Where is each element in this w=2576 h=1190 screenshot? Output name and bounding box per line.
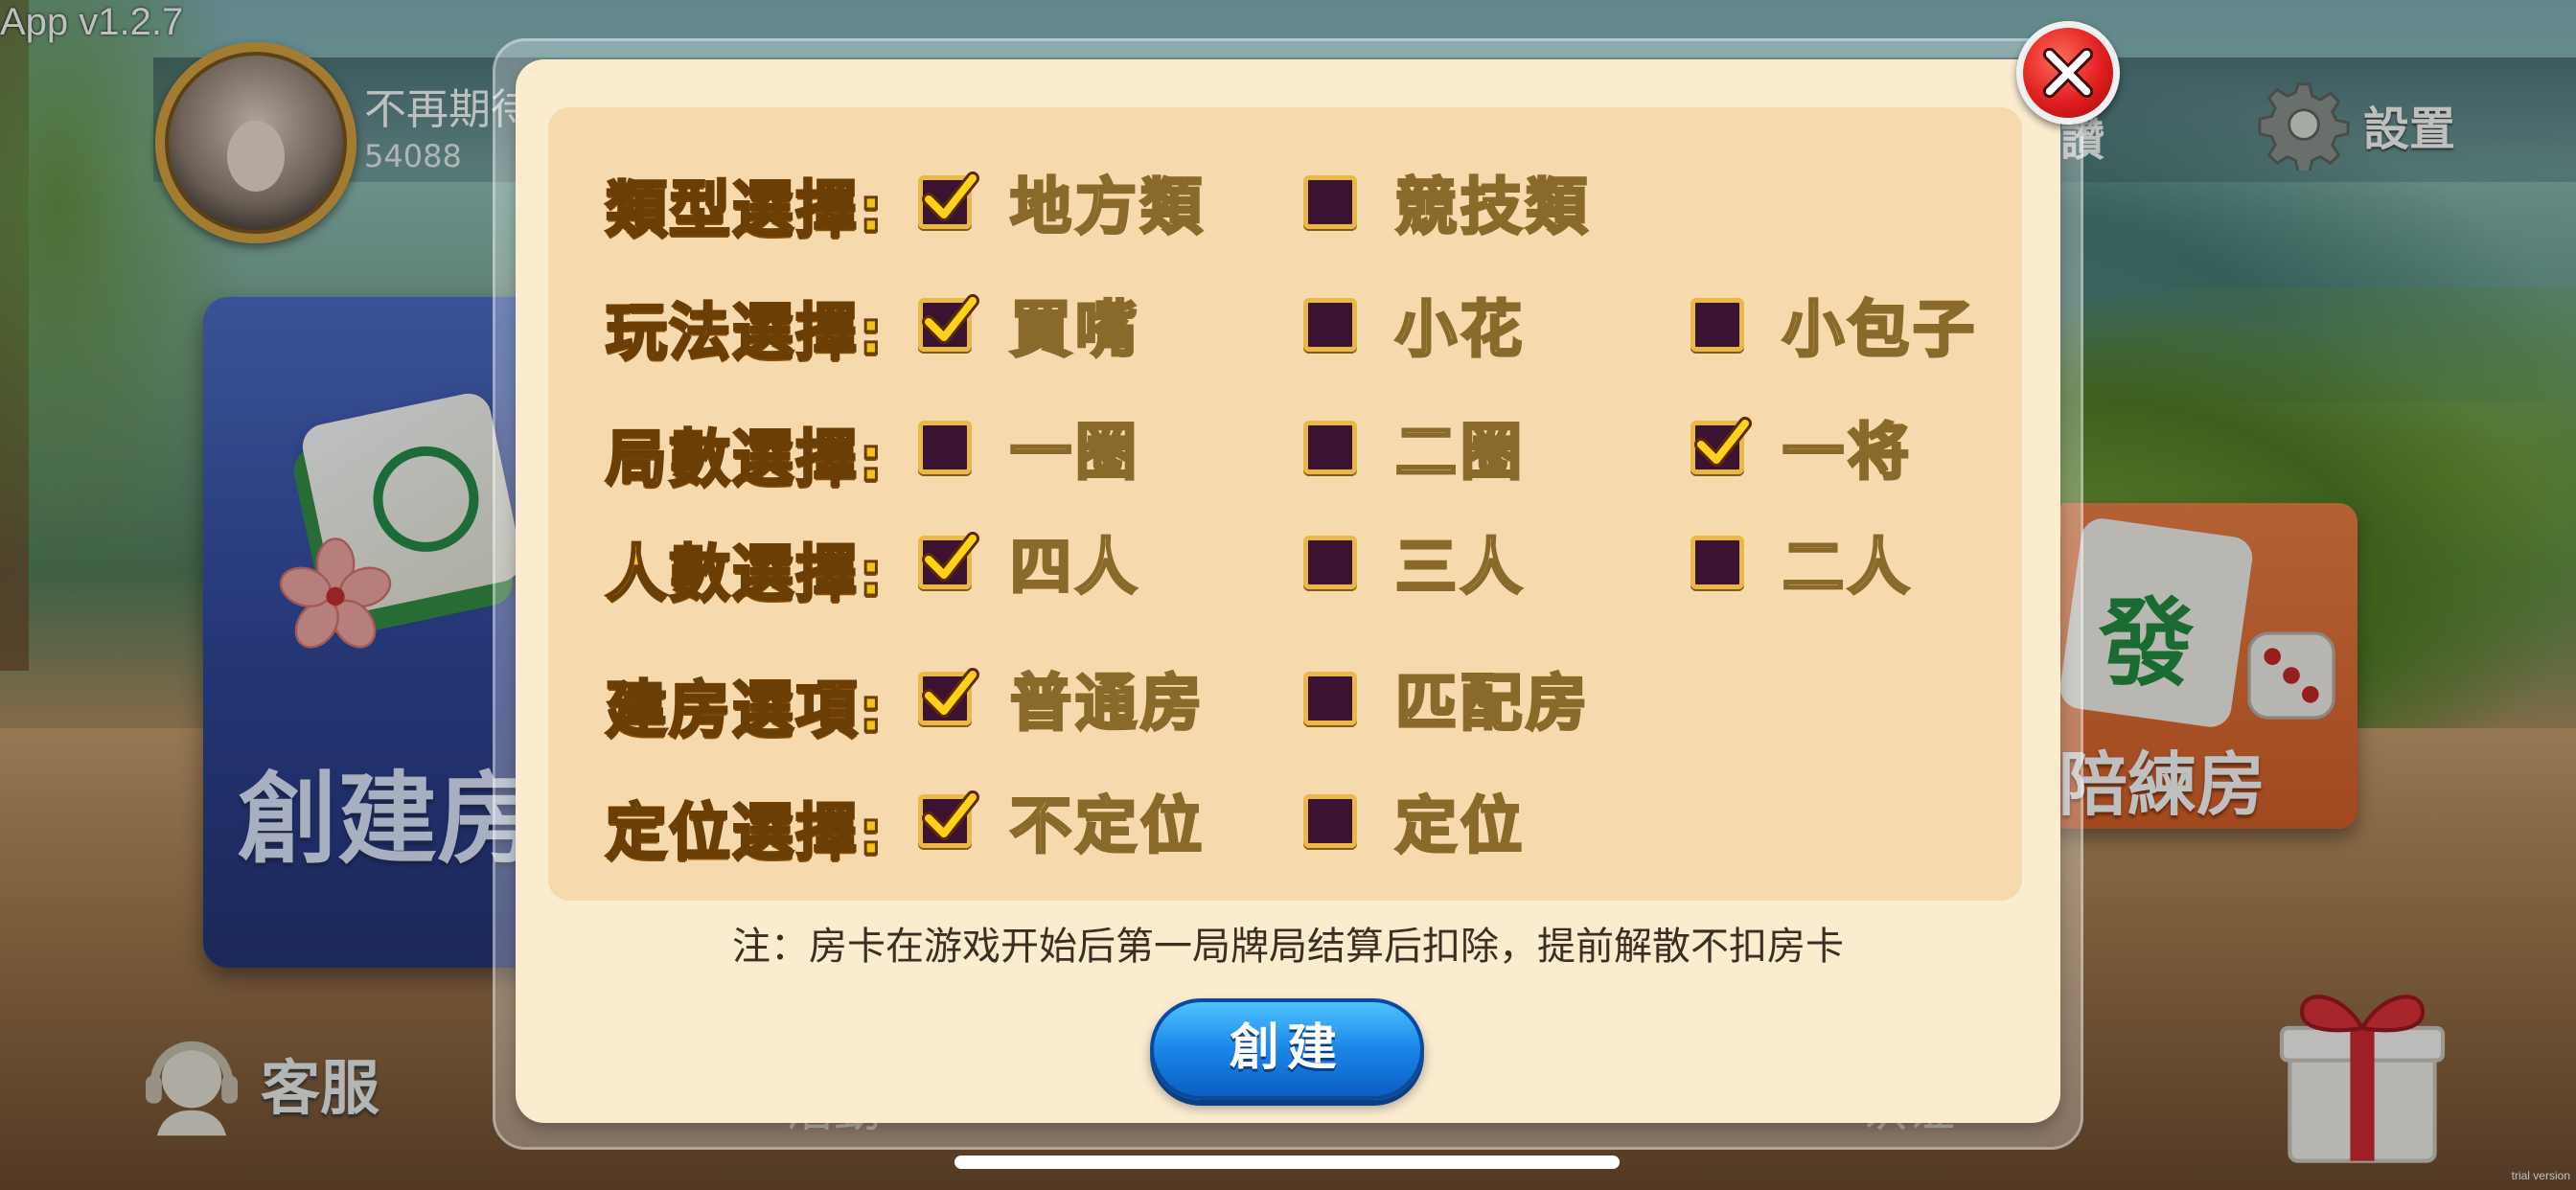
option-label: 三人 <box>1394 532 1526 606</box>
option-label: 競技類 <box>1394 172 1591 245</box>
option-label: 小包子 <box>1782 294 1978 368</box>
option-label: 一圈 <box>1009 417 1140 491</box>
option-r1-c1[interactable]: 小花 <box>1303 291 1526 368</box>
option-r4-c0[interactable]: 普通房 <box>918 665 1206 742</box>
option-r5-c0[interactable]: 不定位 <box>918 788 1206 864</box>
room-card-note: 注：房卡在游戏开始后第一局牌局结算后扣除，提前解散不扣房卡 <box>732 925 1844 969</box>
players-selection-label: 人數選擇: <box>605 538 886 612</box>
option-label: 匹配房 <box>1394 668 1591 742</box>
checkbox-checked[interactable] <box>918 668 979 725</box>
option-label: 普通房 <box>1009 668 1206 742</box>
gameplay-selection-label: 玩法選擇: <box>605 297 886 371</box>
check-icon <box>922 790 979 840</box>
option-r2-c1[interactable]: 二圈 <box>1303 414 1526 491</box>
option-label: 不定位 <box>1009 790 1206 864</box>
room-option-label: 建房選項: <box>605 675 886 748</box>
option-r3-c1[interactable]: 三人 <box>1303 529 1526 606</box>
checkbox-unchecked[interactable] <box>1690 536 1744 589</box>
option-r4-c1[interactable]: 匹配房 <box>1303 665 1591 742</box>
type-selection-label: 類型選擇: <box>605 174 886 248</box>
location-selection-label: 定位選擇: <box>605 797 886 871</box>
checkbox-checked[interactable] <box>918 790 979 848</box>
checkbox-checked[interactable] <box>918 294 979 352</box>
option-r1-c0[interactable]: 買嘴 <box>918 291 1140 368</box>
home-indicator[interactable] <box>954 1156 1620 1169</box>
option-r3-c0[interactable]: 四人 <box>918 529 1140 606</box>
checkbox-unchecked[interactable] <box>1303 794 1357 848</box>
checkbox-checked[interactable] <box>918 172 979 229</box>
option-label: 二人 <box>1782 532 1913 606</box>
option-label: 四人 <box>1009 532 1140 606</box>
check-icon <box>1694 417 1752 467</box>
check-icon <box>922 532 979 582</box>
option-label: 小花 <box>1394 294 1526 368</box>
rounds-selection-label: 局數選擇: <box>605 423 886 497</box>
option-label: 定位 <box>1394 790 1526 864</box>
checkbox-unchecked[interactable] <box>1303 536 1357 589</box>
checkbox-unchecked[interactable] <box>1303 175 1357 229</box>
checkbox-checked[interactable] <box>1690 417 1752 474</box>
option-label: 買嘴 <box>1009 294 1140 368</box>
close-button[interactable] <box>2016 21 2120 125</box>
checkbox-checked[interactable] <box>918 532 979 589</box>
option-r0-c1[interactable]: 競技類 <box>1303 169 1591 245</box>
close-icon <box>2042 47 2094 99</box>
checkbox-unchecked[interactable] <box>1690 298 1744 352</box>
check-icon <box>922 172 979 221</box>
option-label: 二圈 <box>1394 417 1526 491</box>
option-label: 一将 <box>1782 417 1913 491</box>
check-icon <box>922 294 979 344</box>
option-r0-c0[interactable]: 地方類 <box>918 169 1206 245</box>
option-label: 地方類 <box>1009 172 1206 245</box>
option-r3-c2[interactable]: 二人 <box>1690 529 1913 606</box>
create-button[interactable]: 創建 <box>1150 998 1424 1100</box>
checkbox-unchecked[interactable] <box>1303 672 1357 725</box>
option-r2-c0[interactable]: 一圈 <box>918 414 1140 491</box>
checkbox-unchecked[interactable] <box>1303 421 1357 474</box>
option-r1-c2[interactable]: 小包子 <box>1690 291 1978 368</box>
check-icon <box>922 668 979 718</box>
option-r5-c1[interactable]: 定位 <box>1303 788 1526 864</box>
option-r2-c2[interactable]: 一将 <box>1690 414 1913 491</box>
checkbox-unchecked[interactable] <box>1303 298 1357 352</box>
checkbox-unchecked[interactable] <box>918 421 972 474</box>
